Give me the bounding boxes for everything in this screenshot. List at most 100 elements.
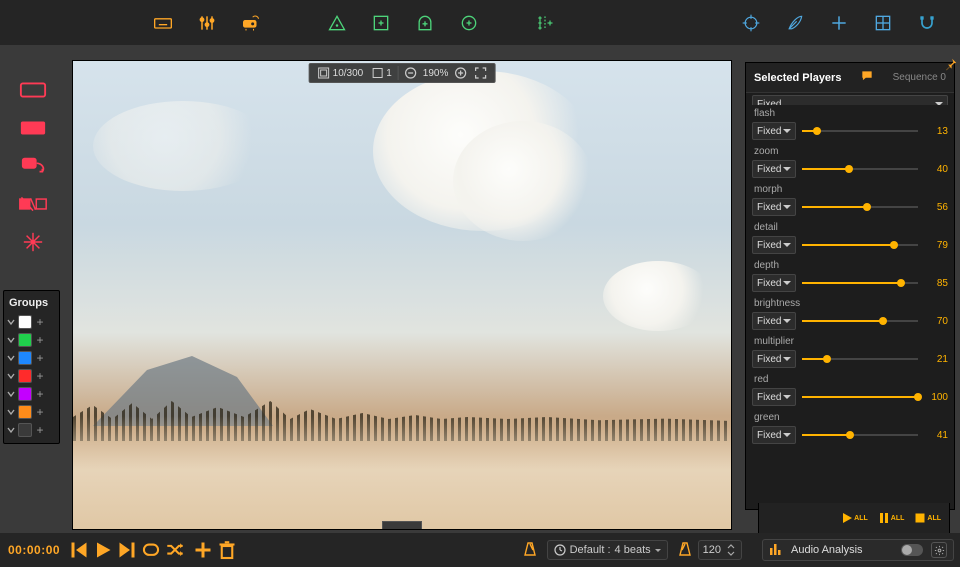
mode-select[interactable]: Fixed	[752, 350, 796, 368]
param-brightness: brightnessFixed70	[752, 298, 948, 330]
ruler-add-icon[interactable]	[532, 10, 558, 36]
center-point-tool[interactable]	[19, 232, 47, 252]
param-value: 79	[924, 240, 948, 251]
feather-icon[interactable]	[782, 10, 808, 36]
group-add-button[interactable]: +	[35, 353, 45, 363]
param-slider[interactable]	[802, 353, 918, 365]
pin-icon[interactable]	[944, 57, 958, 74]
group-color-swatch[interactable]	[18, 423, 32, 437]
play-button[interactable]	[94, 541, 112, 559]
mode-select[interactable]: Fixed	[752, 95, 948, 105]
preview-canvas[interactable]: 10/300 1 190%	[72, 60, 732, 530]
group-add-button[interactable]: +	[35, 407, 45, 417]
stop-all-button[interactable]: ALL	[914, 512, 941, 524]
params-list: FixedflashFixed13zoomFixed40morphFixed56…	[746, 93, 954, 509]
group-row[interactable]: +	[7, 385, 56, 403]
group-row[interactable]: +	[7, 331, 56, 349]
param-slider[interactable]	[802, 201, 918, 213]
mode-select[interactable]: Fixed	[752, 122, 796, 140]
chevron-down-icon	[7, 372, 15, 380]
pause-all-button[interactable]: ALL	[878, 512, 905, 524]
add-circle-icon[interactable]	[456, 10, 482, 36]
all-buttons-row: ALL ALL ALL	[758, 503, 950, 533]
add-button[interactable]	[194, 541, 212, 559]
group-add-button[interactable]: +	[35, 335, 45, 345]
tempo-metronome-icon[interactable]	[678, 541, 692, 560]
plus-icon[interactable]	[826, 10, 852, 36]
chevron-down-icon	[7, 354, 15, 362]
group-add-button[interactable]: +	[35, 389, 45, 399]
chevron-down-icon	[7, 408, 15, 416]
zoom-in-button[interactable]	[452, 67, 468, 79]
param-slider[interactable]	[802, 163, 918, 175]
group-add-button[interactable]: +	[35, 425, 45, 435]
projector-icon[interactable]	[238, 10, 264, 36]
group-row[interactable]: +	[7, 349, 56, 367]
group-color-swatch[interactable]	[18, 351, 32, 365]
param-slider[interactable]	[802, 429, 918, 441]
keyboard-icon[interactable]	[150, 10, 176, 36]
metronome-icon[interactable]	[523, 541, 537, 560]
mode-select[interactable]: Fixed	[752, 236, 796, 254]
group-row[interactable]: +	[7, 403, 56, 421]
rect-filled-tool[interactable]	[19, 118, 47, 138]
param-green: greenFixed41	[752, 412, 948, 444]
audio-analysis-toggle[interactable]	[901, 544, 923, 556]
zoom-out-button[interactable]	[403, 67, 419, 79]
delete-button[interactable]	[218, 541, 236, 559]
group-add-button[interactable]: +	[35, 371, 45, 381]
magnet-icon[interactable]	[914, 10, 940, 36]
toolbar-group-devices	[150, 10, 264, 36]
audio-analysis-settings[interactable]	[931, 542, 947, 558]
add-rect-icon[interactable]	[368, 10, 394, 36]
group-color-swatch[interactable]	[18, 387, 32, 401]
add-arch-icon[interactable]	[412, 10, 438, 36]
canvas-bottom-tab[interactable]	[382, 521, 422, 529]
mode-select[interactable]: Fixed	[752, 160, 796, 178]
group-color-swatch[interactable]	[18, 315, 32, 329]
mode-select[interactable]: Fixed	[752, 426, 796, 444]
param-value: 85	[924, 278, 948, 289]
mode-select[interactable]: Fixed	[752, 312, 796, 330]
group-color-swatch[interactable]	[18, 369, 32, 383]
param-flash: flashFixed13	[752, 108, 948, 140]
prev-button[interactable]	[70, 541, 88, 559]
fullscreen-button[interactable]	[472, 67, 488, 79]
rect-outline-tool[interactable]	[19, 80, 47, 100]
param-slider[interactable]	[802, 239, 918, 251]
mixer-icon[interactable]	[194, 10, 220, 36]
mode-select[interactable]: Fixed	[752, 388, 796, 406]
param-multiplier: multiplierFixed21	[752, 336, 948, 368]
next-button[interactable]	[118, 541, 136, 559]
play-all-button[interactable]: ALL	[841, 512, 868, 524]
param-slider[interactable]	[802, 125, 918, 137]
panel-header: Selected Players Sequence 0	[746, 63, 954, 93]
param-value: 56	[924, 202, 948, 213]
group-color-swatch[interactable]	[18, 405, 32, 419]
target-icon[interactable]	[738, 10, 764, 36]
param-slider[interactable]	[802, 277, 918, 289]
shuffle-button[interactable]	[166, 541, 184, 559]
param-value: 21	[924, 354, 948, 365]
mode-select[interactable]: Fixed	[752, 198, 796, 216]
param-label: morph	[754, 184, 948, 195]
copies-counter[interactable]: 1	[369, 67, 394, 79]
param-slider[interactable]	[802, 315, 918, 327]
group-row[interactable]: +	[7, 421, 56, 439]
frame-counter[interactable]: 10/300	[316, 67, 366, 79]
copy-motion-tool[interactable]	[19, 156, 47, 176]
triangle-icon[interactable]	[324, 10, 350, 36]
cards-tool[interactable]	[19, 194, 47, 214]
group-row[interactable]: +	[7, 367, 56, 385]
timing-default-select[interactable]: Default : 4 beats	[547, 540, 668, 560]
tempo-field[interactable]: 120	[698, 540, 742, 560]
param-slider[interactable]	[802, 391, 918, 403]
group-add-button[interactable]: +	[35, 317, 45, 327]
sequence-label[interactable]: Sequence 0	[893, 72, 946, 83]
mode-select[interactable]: Fixed	[752, 274, 796, 292]
group-color-swatch[interactable]	[18, 333, 32, 347]
grid-icon[interactable]	[870, 10, 896, 36]
loop-button[interactable]	[142, 541, 160, 559]
chat-icon[interactable]	[859, 69, 875, 86]
group-row[interactable]: +	[7, 313, 56, 331]
